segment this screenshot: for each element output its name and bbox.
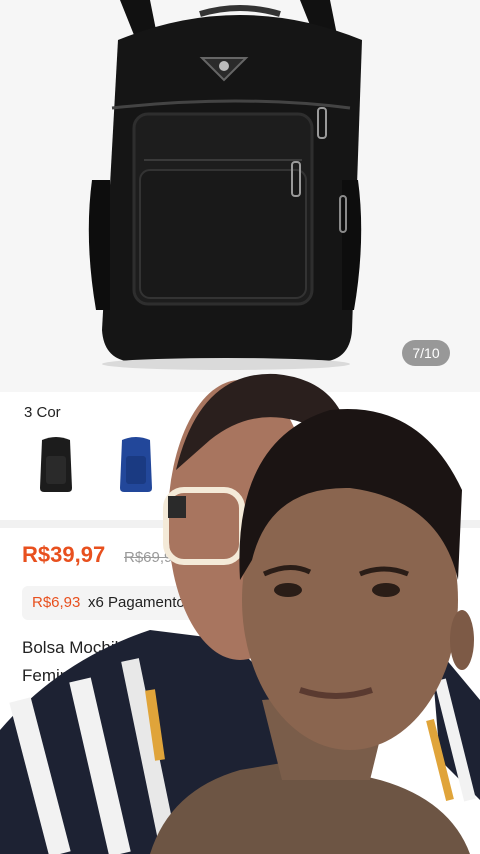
webcam-overlay (0, 373, 480, 854)
